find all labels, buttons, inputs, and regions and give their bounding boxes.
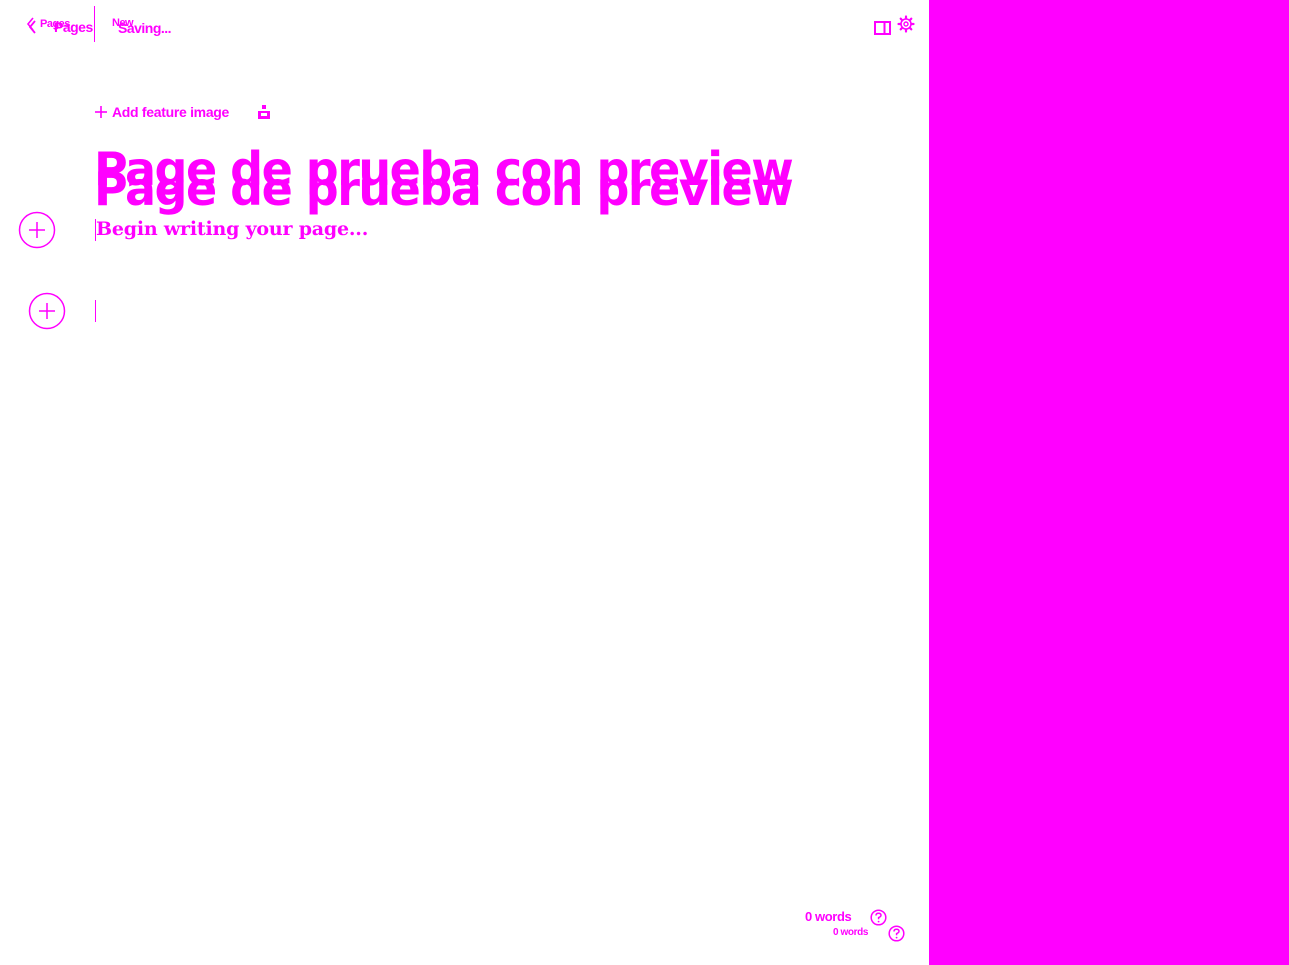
add-feature-image-label: Add feature image	[112, 104, 230, 120]
body-placeholder[interactable]: Begin writing your page...	[96, 218, 368, 240]
text-cursor-ghost	[95, 300, 96, 322]
question-circle-icon	[888, 925, 905, 942]
settings-button[interactable]	[897, 15, 915, 33]
gear-icon	[897, 15, 915, 33]
back-button-label: Pages	[54, 19, 93, 35]
plus-circle-icon	[28, 292, 66, 330]
sidebar-panel-icon	[874, 21, 891, 35]
sidebar-toggle-button[interactable]	[874, 20, 891, 35]
add-card-button[interactable]	[18, 211, 56, 249]
plus-circle-icon	[18, 211, 56, 249]
upload-icon	[258, 105, 270, 119]
back-button[interactable]: Pages	[28, 19, 93, 35]
word-count: 0 words	[805, 909, 852, 924]
help-button[interactable]	[870, 909, 887, 926]
add-feature-image-button[interactable]: Add feature image	[94, 104, 229, 120]
saving-status: Saving...	[118, 20, 172, 36]
question-circle-icon	[870, 909, 887, 926]
header-divider	[94, 6, 95, 42]
plus-icon	[95, 106, 107, 118]
add-card-button-ghost[interactable]	[28, 292, 66, 330]
settings-side-panel	[929, 0, 1289, 965]
help-button-ghost[interactable]	[888, 925, 905, 942]
editor-pane: Pages Pages New Saving... Add feature im…	[0, 0, 929, 965]
upload-image-button[interactable]	[256, 104, 272, 120]
chevron-left-icon	[28, 20, 36, 34]
page-title[interactable]: Page de prueba con preview	[94, 166, 794, 212]
word-count-ghost: 0 words	[833, 927, 868, 938]
